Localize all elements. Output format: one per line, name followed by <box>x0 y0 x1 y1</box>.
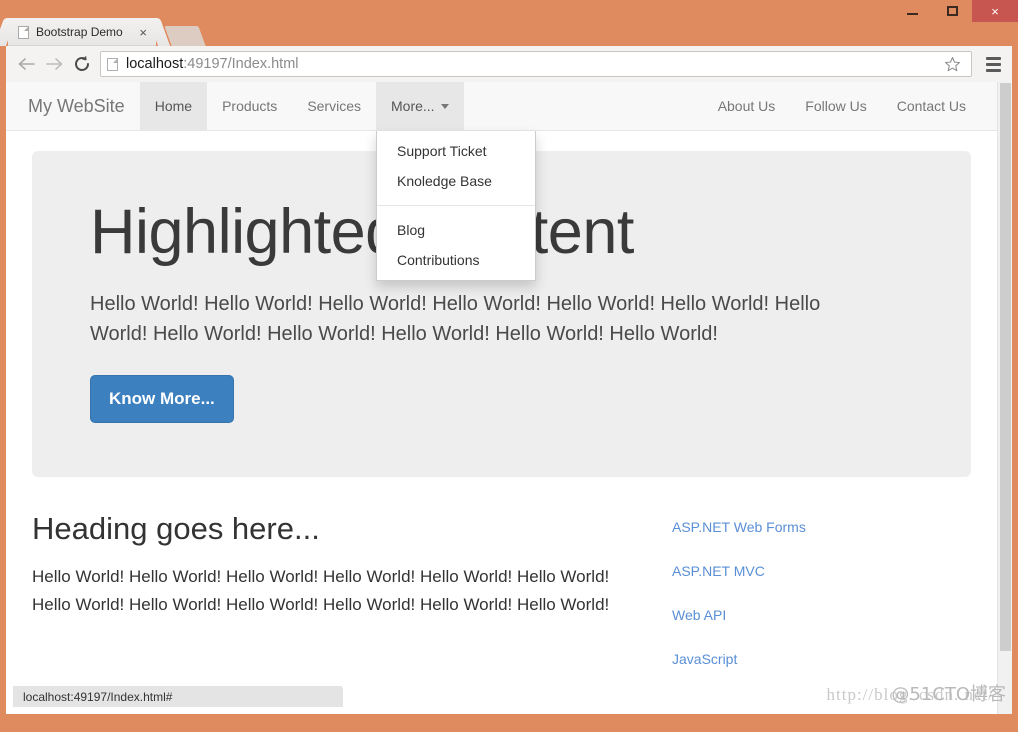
hamburger-menu-icon-line3 <box>986 69 1001 72</box>
nav-item-contact-us-label: Contact Us <box>897 98 966 114</box>
scrollbar-thumb[interactable] <box>1000 83 1011 651</box>
hamburger-menu-icon-line2 <box>986 63 1001 66</box>
dropdown-item-blog[interactable]: Blog <box>377 215 535 245</box>
side-link-asp-net-web-forms[interactable]: ASP.NET Web Forms <box>672 519 971 535</box>
watermark-badge: @51CTO博客 <box>891 680 1006 706</box>
close-tab-icon[interactable]: × <box>136 26 150 39</box>
site-navbar: My WebSite Home Products Services More..… <box>6 82 997 131</box>
content-paragraph: Hello World! Hello World! Hello World! H… <box>32 563 632 618</box>
more-dropdown-menu: Support Ticket Knoledge Base Blog Contri… <box>376 131 536 281</box>
address-bar[interactable]: localhost:49197/Index.html <box>100 51 972 77</box>
window-controls: × <box>892 0 1018 22</box>
minimize-button[interactable] <box>892 0 932 22</box>
nav-item-follow-us-label: Follow Us <box>805 98 866 114</box>
forward-arrow-icon <box>45 56 64 72</box>
dropdown-item-contributions[interactable]: Contributions <box>377 245 535 275</box>
back-arrow-icon <box>17 56 36 72</box>
know-more-button[interactable]: Know More... <box>90 375 234 423</box>
url-text: localhost:49197/Index.html <box>126 56 939 72</box>
reload-icon <box>73 55 92 73</box>
back-button[interactable] <box>12 50 40 78</box>
forward-button[interactable] <box>40 50 68 78</box>
close-window-button[interactable]: × <box>972 0 1018 22</box>
nav-item-more[interactable]: More... Support Ticket Knoledge Base Blo… <box>376 82 464 130</box>
side-link-javascript[interactable]: JavaScript <box>672 651 971 667</box>
content-side-column: ASP.NET Web Forms ASP.NET MVC Web API Ja… <box>672 511 971 695</box>
page-scrollbar[interactable] <box>997 82 1012 714</box>
dropdown-divider <box>377 205 535 206</box>
content-row: Heading goes here... Hello World! Hello … <box>6 511 997 695</box>
browser-tab[interactable]: Bootstrap Demo × <box>8 18 156 46</box>
browser-window: × Bootstrap Demo × <box>0 0 1018 732</box>
nav-item-services-label: Services <box>307 98 361 114</box>
nav-item-home-label: Home <box>155 98 192 114</box>
navbar-brand[interactable]: My WebSite <box>6 82 140 130</box>
nav-item-products[interactable]: Products <box>207 82 292 130</box>
tab-strip: Bootstrap Demo × <box>8 18 202 46</box>
browser-toolbar: localhost:49197/Index.html <box>6 46 1012 82</box>
nav-item-follow-us[interactable]: Follow Us <box>790 82 881 130</box>
url-host: localhost <box>126 56 183 72</box>
chevron-down-icon <box>441 104 449 109</box>
star-icon <box>944 56 961 73</box>
page-icon <box>18 26 29 39</box>
hamburger-menu-icon <box>986 57 1001 60</box>
reload-button[interactable] <box>68 50 96 78</box>
minimize-icon <box>907 13 918 15</box>
nav-item-contact-us[interactable]: Contact Us <box>882 82 981 130</box>
nav-item-services[interactable]: Services <box>292 82 376 130</box>
nav-item-products-label: Products <box>222 98 277 114</box>
dropdown-item-support-ticket[interactable]: Support Ticket <box>377 136 535 166</box>
tab-title: Bootstrap Demo <box>36 25 136 39</box>
dropdown-item-knoledge-base[interactable]: Knoledge Base <box>377 166 535 196</box>
content-main-column: Heading goes here... Hello World! Hello … <box>32 511 672 695</box>
web-page: My WebSite Home Products Services More..… <box>6 82 997 714</box>
browser-menu-button[interactable] <box>980 51 1006 77</box>
side-link-web-api[interactable]: Web API <box>672 607 971 623</box>
side-link-asp-net-mvc[interactable]: ASP.NET MVC <box>672 563 971 579</box>
url-path: :49197/Index.html <box>183 56 298 72</box>
jumbotron-paragraph: Hello World! Hello World! Hello World! H… <box>90 289 880 349</box>
nav-item-more-label: More... <box>391 98 435 114</box>
maximize-button[interactable] <box>932 0 972 22</box>
status-bar: localhost:49197/Index.html# <box>13 686 343 707</box>
nav-item-about-us-label: About Us <box>718 98 776 114</box>
page-info-icon <box>107 58 118 71</box>
browser-viewport: My WebSite Home Products Services More..… <box>6 82 1012 714</box>
navbar-right-menu: About Us Follow Us Contact Us <box>703 82 997 130</box>
bookmark-button[interactable] <box>939 52 965 76</box>
nav-item-home[interactable]: Home <box>140 82 207 130</box>
close-icon: × <box>991 5 999 18</box>
navbar-left-menu: Home Products Services More... Support T… <box>140 82 464 130</box>
maximize-icon <box>947 6 958 16</box>
new-tab-button[interactable] <box>164 26 205 46</box>
content-heading: Heading goes here... <box>32 511 672 547</box>
nav-item-about-us[interactable]: About Us <box>703 82 791 130</box>
